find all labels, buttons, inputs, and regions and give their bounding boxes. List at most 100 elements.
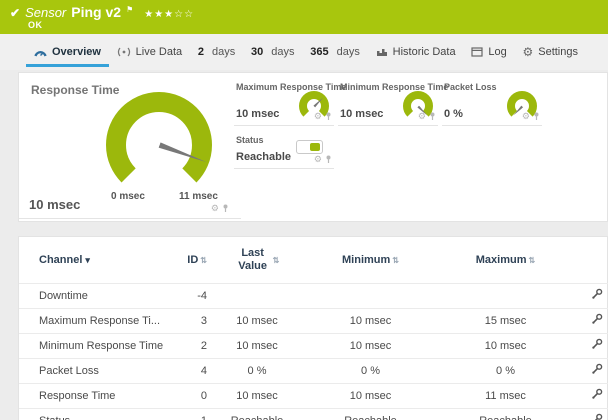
- gear-icon[interactable]: ⚙: [211, 203, 219, 214]
- tab-num: 30: [251, 46, 264, 58]
- table-row-maximum-response-time[interactable]: Maximum Response Ti... 3 10 msec 10 msec…: [19, 307, 608, 333]
- pin-icon[interactable]: [429, 112, 436, 122]
- tab-365-days[interactable]: 365 days: [306, 34, 364, 70]
- channel-settings-wrench-icon[interactable]: [591, 313, 603, 328]
- column-header-maximum[interactable]: Maximum ⇅: [438, 237, 573, 283]
- column-header-minimum[interactable]: Minimum ⇅: [303, 237, 438, 283]
- status-value: Reachable: [236, 151, 292, 163]
- gauge-icon: [34, 47, 47, 58]
- tab-historic-data[interactable]: Historic Data: [372, 34, 460, 70]
- maximum-value: 11 msec: [438, 382, 573, 408]
- minimum-value: Reachable: [303, 407, 438, 420]
- tab-label: Log: [488, 46, 507, 58]
- live-signal-icon: [117, 47, 131, 57]
- gauge-value: 10 msec: [29, 197, 81, 212]
- max-response-time-cell: Maximum Response Time 10 msec ⚙: [234, 78, 346, 126]
- last-value: 0 %: [211, 357, 303, 383]
- tab-unit: days: [336, 46, 360, 58]
- channel-name[interactable]: Response Time: [19, 382, 169, 408]
- channel-id: 1: [169, 407, 211, 420]
- tab-unit: days: [271, 46, 295, 58]
- sensor-type-label: Sensor: [25, 5, 67, 20]
- last-value: [211, 282, 303, 308]
- tab-bar: Overview Live Data 2 days 30 days 365 days …: [0, 34, 608, 70]
- channel-name[interactable]: Status: [19, 407, 169, 420]
- gauge-value: 0 %: [444, 108, 463, 120]
- maximum-value: 0 %: [438, 357, 573, 383]
- toggle-knob: [310, 143, 320, 151]
- channel-name[interactable]: Packet Loss: [19, 357, 169, 383]
- gauge-title: Packet Loss: [444, 82, 497, 92]
- status-title: Status: [236, 135, 264, 145]
- tab-30-days[interactable]: 30 days: [247, 34, 299, 70]
- bar-chart-icon: [376, 47, 388, 57]
- sort-icon: ⇅: [528, 255, 536, 265]
- maximum-value: [438, 282, 573, 308]
- last-value: 10 msec: [211, 307, 303, 333]
- sensor-title: Ping v2: [71, 4, 122, 20]
- tab-settings[interactable]: ⚙ Settings: [518, 34, 582, 70]
- min-response-time-cell: Minimum Response Time 10 msec ⚙: [338, 78, 448, 126]
- tab-2-days[interactable]: 2 days: [194, 34, 239, 70]
- column-header-channel[interactable]: Channel ▾: [19, 237, 169, 283]
- channel-settings-wrench-icon[interactable]: [591, 413, 603, 420]
- tab-log[interactable]: Log: [467, 34, 510, 70]
- channel-table-panel: Channel ▾ ID ⇅ Last Value ⇅ Minimum ⇅ Maximu…: [18, 236, 608, 420]
- gear-icon[interactable]: ⚙: [522, 111, 530, 122]
- channel-id: 2: [169, 332, 211, 358]
- minimum-value: 0 %: [303, 357, 438, 383]
- column-header-last-value[interactable]: Last Value ⇅: [211, 237, 303, 283]
- channel-name[interactable]: Downtime: [19, 282, 169, 308]
- priority-stars[interactable]: ★★★☆☆: [144, 9, 194, 20]
- pin-icon[interactable]: [533, 112, 540, 122]
- tab-label: Settings: [538, 46, 578, 58]
- tab-num: 365: [310, 46, 329, 58]
- sensor-banner: ✔ Sensor Ping v2 ⚑ ★★★☆☆ OK: [0, 0, 608, 34]
- channel-settings-wrench-icon[interactable]: [591, 288, 603, 303]
- gauge-value: 10 msec: [236, 108, 280, 120]
- flag-icon[interactable]: ⚑: [126, 5, 133, 14]
- channel-settings-wrench-icon[interactable]: [591, 388, 603, 403]
- tab-label: Historic Data: [392, 46, 456, 58]
- last-value: 10 msec: [211, 382, 303, 408]
- status-cell: Status Reachable ⚙: [234, 131, 334, 169]
- overview-gauges-panel: Response Time 0 msec 11 msec 10 msec ⚙ M…: [18, 72, 608, 222]
- minimum-value: 10 msec: [303, 307, 438, 333]
- channel-name[interactable]: Minimum Response Time: [19, 332, 169, 358]
- channel-settings-wrench-icon[interactable]: [591, 363, 603, 378]
- response-time-gauge-cell: Response Time 0 msec 11 msec 10 msec ⚙: [19, 73, 241, 219]
- channel-id: 3: [169, 307, 211, 333]
- sort-desc-icon: ▾: [85, 254, 90, 265]
- table-header-row: Channel ▾ ID ⇅ Last Value ⇅ Minimum ⇅ Maximu…: [19, 237, 608, 283]
- gear-icon[interactable]: ⚙: [418, 111, 426, 122]
- maximum-value: Reachable: [438, 407, 573, 420]
- tab-live-data[interactable]: Live Data: [113, 34, 186, 70]
- table-row-response-time[interactable]: Response Time 0 10 msec 10 msec 11 msec: [19, 382, 608, 408]
- sensor-status-badge: OK: [28, 20, 43, 30]
- last-value: Reachable: [211, 407, 303, 420]
- response-time-gauge: [101, 87, 217, 203]
- gear-icon[interactable]: ⚙: [314, 154, 322, 165]
- channel-table: Channel ▾ ID ⇅ Last Value ⇅ Minimum ⇅ Maximu…: [19, 237, 608, 420]
- pin-icon[interactable]: [325, 112, 332, 122]
- table-row-packet-loss[interactable]: Packet Loss 4 0 % 0 % 0 %: [19, 357, 608, 383]
- table-row-downtime[interactable]: Downtime -4: [19, 282, 608, 308]
- table-row-status[interactable]: Status 1 Reachable Reachable Reachable: [19, 407, 608, 420]
- channel-name[interactable]: Maximum Response Ti...: [19, 307, 169, 333]
- log-icon: [471, 47, 483, 57]
- last-value: 10 msec: [211, 332, 303, 358]
- channel-settings-wrench-icon[interactable]: [591, 338, 603, 353]
- tab-overview[interactable]: Overview: [26, 34, 109, 70]
- gauge-value: 10 msec: [340, 108, 384, 120]
- pin-icon[interactable]: [222, 204, 229, 214]
- tab-unit: days: [212, 46, 236, 58]
- minimum-value: [303, 282, 438, 308]
- pin-icon[interactable]: [325, 155, 332, 165]
- gear-icon[interactable]: ⚙: [314, 111, 322, 122]
- channel-id: 4: [169, 357, 211, 383]
- minimum-value: 10 msec: [303, 382, 438, 408]
- tab-num: 2: [197, 46, 205, 58]
- table-row-minimum-response-time[interactable]: Minimum Response Time 2 10 msec 10 msec …: [19, 332, 608, 358]
- column-header-id[interactable]: ID ⇅: [169, 237, 211, 283]
- sort-icon: ⇅: [272, 255, 280, 265]
